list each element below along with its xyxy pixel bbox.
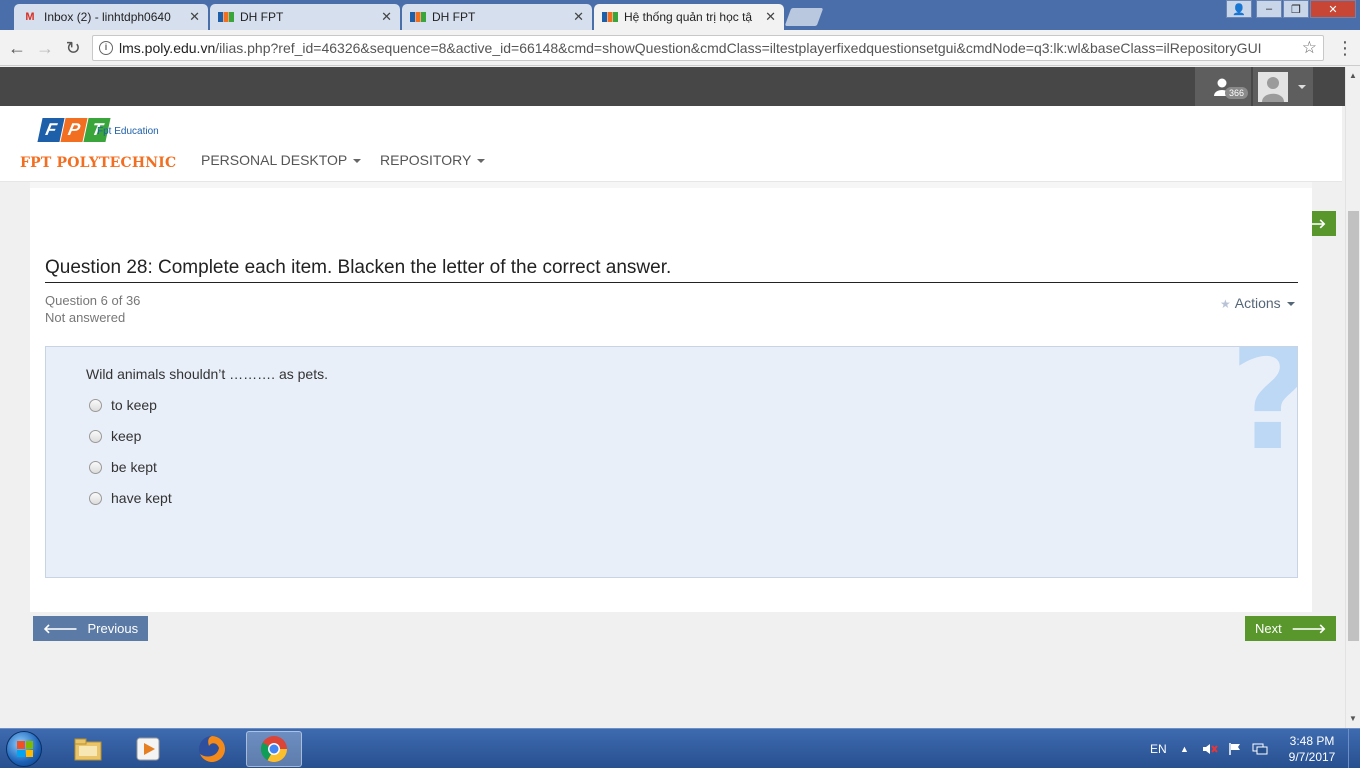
tab-dh-fpt-1[interactable]: DH FPT ✕: [210, 4, 400, 30]
fpt-favicon-icon: [410, 10, 426, 24]
close-icon[interactable]: ✕: [381, 9, 392, 25]
tab-dh-fpt-2[interactable]: DH FPT ✕: [402, 4, 592, 30]
answer-option[interactable]: have kept: [89, 488, 172, 508]
logo-subtitle: Fpt Education: [97, 126, 159, 137]
scroll-down-icon[interactable]: ▼: [1349, 714, 1357, 723]
action-center-flag-icon[interactable]: [1228, 729, 1242, 768]
user-menu-button[interactable]: [1253, 67, 1313, 106]
maximize-button[interactable]: ❐: [1283, 0, 1309, 18]
site-header: F P T Fpt Education FPT POLYTECHNIC PERS…: [0, 106, 1342, 182]
close-icon[interactable]: ✕: [765, 9, 776, 25]
system-clock[interactable]: 3:48 PM 9/7/2017: [1282, 733, 1342, 765]
nav-personal-desktop[interactable]: PERSONAL DESKTOP: [201, 152, 362, 168]
volume-muted-icon[interactable]: [1202, 729, 1218, 768]
scrollbar-thumb[interactable]: [1348, 211, 1359, 641]
user-profile-icon[interactable]: 👤: [1226, 0, 1252, 18]
start-button[interactable]: [6, 731, 42, 767]
question-progress: Question 6 of 36: [45, 293, 141, 308]
answer-status: Not answered: [45, 310, 126, 325]
browser-menu-icon[interactable]: ⋮: [1336, 37, 1354, 59]
star-icon: ★: [1220, 297, 1231, 311]
question-title: Question 28: Complete each item. Blacken…: [45, 257, 1298, 283]
online-users-button[interactable]: 366: [1195, 67, 1251, 106]
chrome-icon[interactable]: [246, 731, 302, 767]
clock-time: 3:48 PM: [1289, 734, 1335, 748]
arrow-left-icon: 🡐: [43, 621, 78, 636]
address-bar[interactable]: i lms.poly.edu.vn/ilias.php?ref_id=46326…: [92, 35, 1324, 61]
top-bar: 366: [0, 67, 1345, 106]
chevron-down-icon: [1298, 84, 1306, 89]
gmail-icon: M: [25, 11, 35, 23]
option-label: to keep: [111, 397, 157, 413]
answer-option[interactable]: be kept: [89, 457, 157, 477]
actions-label: Actions: [1234, 295, 1281, 311]
answer-option[interactable]: to keep: [89, 395, 157, 415]
close-icon[interactable]: ✕: [189, 9, 200, 25]
online-count-badge: 366: [1225, 87, 1249, 99]
url-path: /ilias.php?ref_id=46326&sequence=8&activ…: [215, 40, 1262, 56]
chevron-down-icon: [353, 159, 362, 164]
nav-repository[interactable]: REPOSITORY: [380, 152, 486, 168]
chevron-down-icon: [477, 159, 486, 164]
tab-lms-active[interactable]: Hệ thống quản trị học tậ ✕: [594, 4, 784, 30]
tab-title: Hệ thống quản trị học tậ: [624, 10, 753, 24]
question-text: Wild animals shouldn’t ………. as pets.: [86, 366, 328, 382]
radio-button[interactable]: [89, 398, 102, 412]
file-explorer-icon[interactable]: [60, 731, 116, 767]
arrow-right-icon: 🡒: [1291, 621, 1327, 636]
show-hidden-icons[interactable]: ▲: [1180, 729, 1189, 768]
firefox-icon[interactable]: [184, 731, 240, 767]
radio-button[interactable]: [89, 491, 102, 505]
new-tab-button[interactable]: [784, 8, 824, 26]
previous-label: Previous: [87, 621, 139, 636]
tab-inbox[interactable]: M Inbox (2) - linhtdph0640 ✕: [14, 4, 208, 30]
question-box: ? Wild animals shouldn’t ………. as pets. t…: [45, 346, 1298, 578]
url-host: lms.poly.edu.vn: [119, 40, 216, 56]
answer-option[interactable]: keep: [89, 426, 141, 446]
close-icon[interactable]: ✕: [573, 9, 584, 25]
scroll-up-icon[interactable]: ▲: [1349, 71, 1357, 80]
page-scrollbar[interactable]: ▲ ▼: [1345, 67, 1360, 728]
tab-title: DH FPT: [432, 10, 476, 24]
browser-tab-strip: M Inbox (2) - linhtdph0640 ✕ DH FPT ✕ DH…: [0, 0, 1360, 30]
page-viewport: 366 F P T Fpt Education FPT POLYTECHNIC …: [0, 67, 1345, 728]
clock-date: 9/7/2017: [1288, 750, 1336, 764]
nav-label: PERSONAL DESKTOP: [201, 152, 348, 168]
next-label: Next: [1255, 621, 1282, 636]
windows-logo-icon: [17, 741, 33, 757]
actions-dropdown[interactable]: ★ Actions: [1220, 295, 1295, 311]
previous-button-bottom[interactable]: 🡐 Previous: [33, 616, 149, 641]
avatar: [1258, 71, 1288, 102]
nav-label: REPOSITORY: [380, 152, 472, 168]
back-icon[interactable]: ←: [6, 37, 28, 59]
fpt-favicon-icon: [602, 10, 618, 24]
show-desktop-button[interactable]: [1348, 729, 1360, 768]
question-mark-icon: ?: [1229, 347, 1297, 472]
radio-button[interactable]: [89, 460, 102, 474]
language-indicator[interactable]: EN: [1150, 729, 1167, 768]
browser-toolbar: ← → ↻ i lms.poly.edu.vn/ilias.php?ref_id…: [0, 30, 1360, 66]
radio-button[interactable]: [89, 429, 102, 443]
windows-taskbar: EN ▲ 3:48 PM 9/7/2017: [0, 728, 1360, 768]
tab-title: Inbox (2) - linhtdph0640: [44, 10, 171, 24]
chevron-down-icon: [1286, 302, 1295, 307]
fpt-favicon-icon: [218, 10, 234, 24]
logo-name: FPT POLYTECHNIC: [20, 155, 177, 171]
option-label: be kept: [111, 459, 157, 475]
forward-icon[interactable]: →: [34, 37, 56, 59]
tab-title: DH FPT: [240, 10, 284, 24]
option-label: keep: [111, 428, 142, 444]
media-player-icon[interactable]: [120, 731, 176, 767]
bookmark-star-icon[interactable]: ☆: [1302, 36, 1317, 60]
close-window-button[interactable]: ✕: [1310, 0, 1356, 18]
reload-icon[interactable]: ↻: [62, 37, 84, 59]
next-button-bottom[interactable]: Next 🡒: [1245, 616, 1337, 641]
network-icon[interactable]: [1252, 729, 1268, 768]
minimize-button[interactable]: –: [1256, 0, 1282, 18]
option-label: have kept: [111, 490, 172, 506]
info-icon[interactable]: i: [99, 41, 113, 55]
